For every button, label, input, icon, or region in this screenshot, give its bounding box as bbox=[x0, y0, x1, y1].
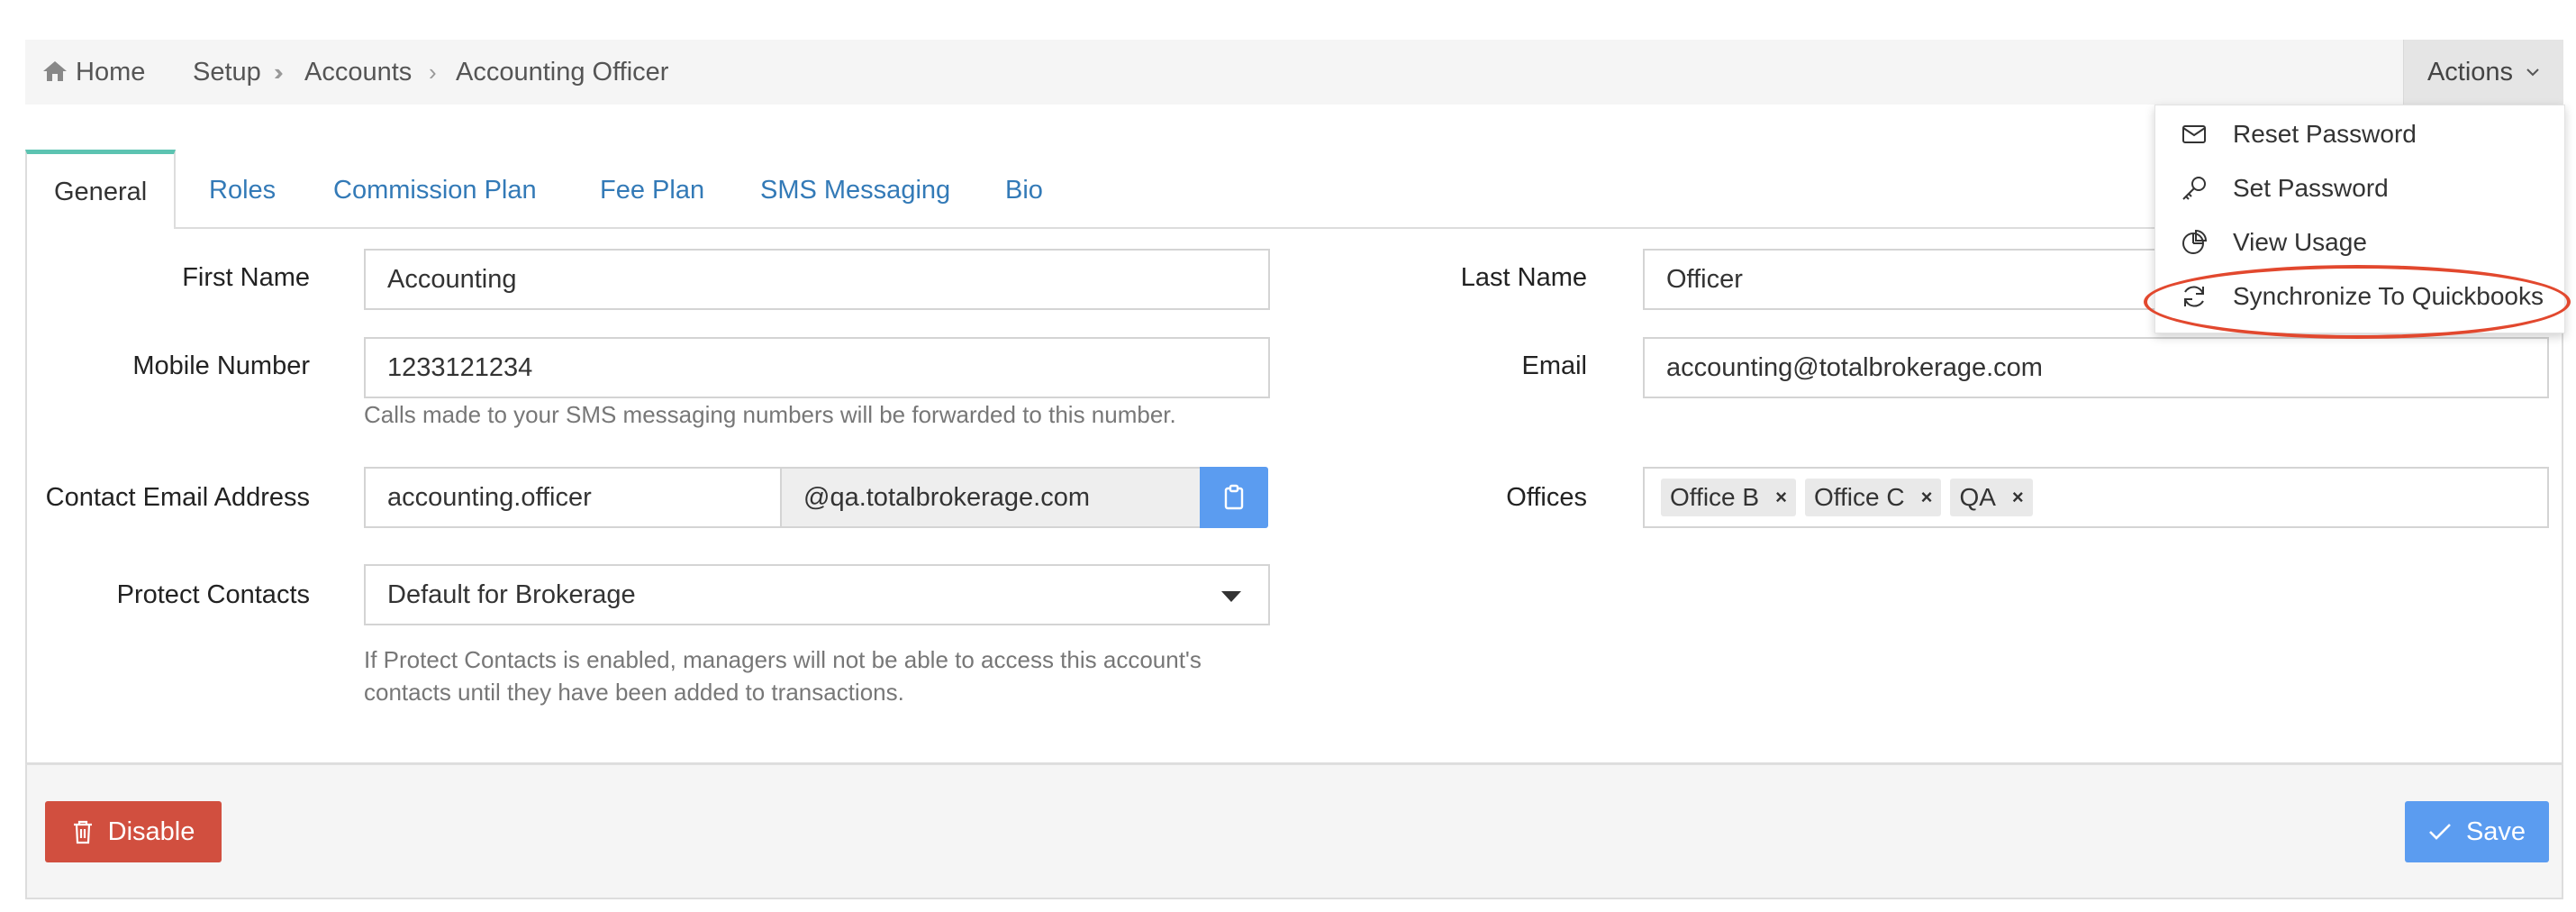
home-icon bbox=[43, 61, 67, 81]
mobile-number-input[interactable]: 1233121234 bbox=[364, 337, 1270, 398]
form-footer: Disable Save bbox=[25, 764, 2563, 899]
menu-item-view-usage[interactable]: View Usage bbox=[2155, 215, 2564, 269]
breadcrumb-accounts[interactable]: Accounts bbox=[304, 40, 412, 105]
last-name-label: Last Name bbox=[1460, 263, 1587, 292]
tab-general[interactable]: General bbox=[25, 150, 177, 229]
tab-commission-plan[interactable]: Commission Plan bbox=[333, 150, 537, 229]
contact-email-domain: @qa.totalbrokerage.com bbox=[780, 467, 1202, 528]
first-name-input[interactable]: Accounting bbox=[364, 249, 1270, 310]
actions-button[interactable]: Actions bbox=[2403, 40, 2563, 105]
remove-tag-icon[interactable]: × bbox=[1775, 486, 1787, 509]
disable-button[interactable]: Disable bbox=[45, 801, 222, 862]
actions-label: Actions bbox=[2426, 57, 2514, 87]
key-icon bbox=[2179, 173, 2209, 204]
mobile-number-label: Mobile Number bbox=[132, 351, 310, 380]
copy-email-button[interactable] bbox=[1200, 467, 1268, 528]
breadcrumb-setup[interactable]: Setup bbox=[193, 40, 261, 105]
first-name-label: First Name bbox=[182, 263, 310, 292]
breadcrumb-home-label: Home bbox=[76, 58, 146, 87]
email-value: accounting@totalbrokerage.com bbox=[1666, 352, 2043, 382]
envelope-icon bbox=[2179, 119, 2209, 150]
first-name-value: Accounting bbox=[387, 264, 517, 294]
tab-sms-messaging[interactable]: SMS Messaging bbox=[760, 150, 950, 229]
office-tag: QA × bbox=[1950, 479, 2033, 516]
offices-multiselect[interactable]: Office B × Office C × QA × bbox=[1643, 467, 2549, 528]
protect-contacts-value: Default for Brokerage bbox=[387, 579, 636, 609]
protect-contacts-select[interactable]: Default for Brokerage bbox=[364, 564, 1270, 625]
pie-chart-icon bbox=[2179, 227, 2209, 258]
contact-email-label: Contact Email Address bbox=[45, 483, 310, 512]
breadcrumb-current: Accounting Officer bbox=[456, 58, 669, 87]
chevron-right-icon: › bbox=[274, 59, 282, 86]
breadcrumb: Home › Setup Accounts › Accounting Offic… bbox=[25, 40, 2563, 105]
menu-item-label: Reset Password bbox=[2233, 120, 2417, 148]
email-input[interactable]: accounting@totalbrokerage.com bbox=[1643, 337, 2549, 398]
clipboard-icon bbox=[1224, 484, 1244, 510]
disable-label: Disable bbox=[107, 816, 195, 846]
office-tag: Office C × bbox=[1804, 479, 1942, 516]
protect-contacts-label: Protect Contacts bbox=[116, 580, 310, 609]
menu-item-label: View Usage bbox=[2233, 228, 2367, 256]
mobile-help-text: Calls made to your SMS messaging numbers… bbox=[364, 401, 1176, 428]
tab-bio[interactable]: Bio bbox=[1005, 150, 1043, 229]
office-tag: Office B × bbox=[1661, 479, 1796, 516]
menu-item-set-password[interactable]: Set Password bbox=[2155, 161, 2564, 215]
chevron-down-icon bbox=[2526, 68, 2539, 77]
menu-item-label: Set Password bbox=[2233, 174, 2389, 202]
contact-email-value: accounting.officer bbox=[387, 482, 592, 512]
tab-roles[interactable]: Roles bbox=[209, 150, 276, 229]
contact-email-domain-text: @qa.totalbrokerage.com bbox=[803, 482, 1090, 512]
contact-email-input[interactable]: accounting.officer bbox=[364, 467, 782, 528]
highlight-ellipse bbox=[2144, 265, 2571, 339]
save-button[interactable]: Save bbox=[2405, 801, 2549, 862]
breadcrumb-home[interactable]: Home bbox=[41, 40, 145, 105]
email-label: Email bbox=[1521, 351, 1587, 380]
menu-item-reset-password[interactable]: Reset Password bbox=[2155, 107, 2564, 161]
chevron-right-icon: › bbox=[429, 59, 437, 86]
mobile-number-value: 1233121234 bbox=[387, 352, 533, 382]
remove-tag-icon[interactable]: × bbox=[1921, 486, 1933, 509]
remove-tag-icon[interactable]: × bbox=[2012, 486, 2024, 509]
checkmark-icon bbox=[2429, 824, 2451, 840]
tab-fee-plan[interactable]: Fee Plan bbox=[600, 150, 704, 229]
caret-down-icon bbox=[1221, 591, 1241, 602]
last-name-value: Officer bbox=[1666, 264, 1743, 294]
offices-label: Offices bbox=[1506, 483, 1587, 512]
protect-contacts-help-2: contacts until they have been added to t… bbox=[364, 679, 904, 706]
trash-icon bbox=[73, 820, 92, 844]
save-label: Save bbox=[2465, 816, 2526, 846]
protect-contacts-help-1: If Protect Contacts is enabled, managers… bbox=[364, 646, 1202, 673]
